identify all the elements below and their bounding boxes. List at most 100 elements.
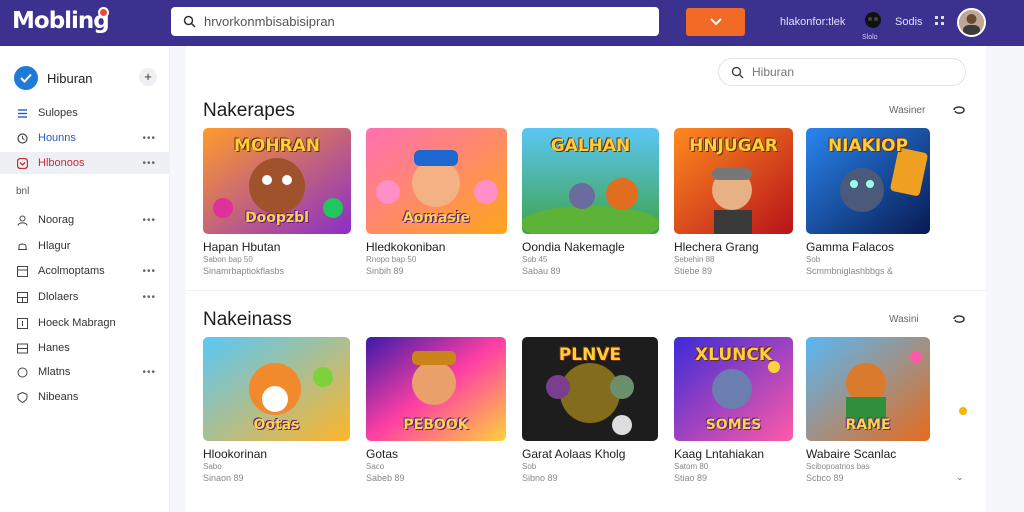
- sidebar-header[interactable]: Hiburan: [14, 66, 93, 90]
- sidebar-item-label: Hanes: [38, 342, 70, 354]
- top-search-bar[interactable]: [171, 7, 659, 36]
- game-thumbnail[interactable]: Aomasie: [366, 128, 507, 234]
- more-options-icon[interactable]: •••: [142, 266, 156, 277]
- game-meta: Sinamrbaptiokflasbs: [203, 266, 285, 276]
- game-thumbnail[interactable]: NIAKIOP: [806, 128, 930, 234]
- game-subtitle: Saco: [366, 462, 385, 471]
- game-card[interactable]: MOHRAN Doopzbl Hapan Hbutan Sabon bap 50…: [203, 128, 351, 276]
- game-title[interactable]: Hlechera Grang: [674, 240, 793, 254]
- game-title[interactable]: Gotas: [366, 447, 506, 461]
- game-card[interactable]: Aomasie Hledkokoniban Rnopo bap 50 Sinbi…: [366, 128, 507, 276]
- game-subtitle: Rnopo bap 50: [366, 255, 417, 264]
- top-search-input[interactable]: [204, 14, 624, 29]
- gamepad-icon[interactable]: [864, 11, 882, 29]
- game-card[interactable]: GALHAN Oondia Nakemagle Sob 45 Sabau 89: [522, 128, 659, 276]
- refresh-icon[interactable]: [952, 104, 966, 116]
- sidebar-item-dlolaers[interactable]: Dlolaers •••: [0, 286, 170, 308]
- top-link-account[interactable]: hlakonfor:tlek: [780, 16, 845, 28]
- thumbnail-title: PLNVE: [558, 345, 622, 365]
- sidebar-item-hlbonoos[interactable]: Hlbonoos •••: [0, 152, 170, 174]
- bell-icon: [16, 240, 28, 252]
- game-card[interactable]: PLNVE Garat Aolaas Kholg Sob Sibno 89: [522, 337, 658, 483]
- section-see-all-link[interactable]: Wasini: [889, 314, 919, 325]
- notification-dot: [98, 7, 109, 18]
- sidebar-item-hoeck-mabragn[interactable]: Hoeck Mabragn: [0, 312, 170, 334]
- game-meta: Sabeb 89: [366, 473, 405, 483]
- game-meta: Stiao 89: [674, 473, 708, 483]
- sidebar-item-sulopes[interactable]: Sulopes: [0, 102, 170, 124]
- game-thumbnail[interactable]: PEBOOK: [366, 337, 506, 441]
- add-button[interactable]: +: [139, 68, 157, 86]
- coin-icon: [959, 407, 967, 415]
- search-submit-button[interactable]: [686, 8, 745, 36]
- chevron-down-icon[interactable]: ⌄: [956, 472, 964, 483]
- top-icon-caption: Slolo: [862, 34, 878, 41]
- game-card[interactable]: NIAKIOP Gamma Falacos Sob Scmmbniglashbb…: [806, 128, 930, 276]
- game-subtitle: Sabo: [203, 462, 222, 471]
- sidebar-item-hlagur[interactable]: Hlagur: [0, 235, 170, 257]
- sidebar-item-nibeans[interactable]: Nibeans: [0, 386, 170, 408]
- chevron-icon: [709, 18, 722, 26]
- sidebar-item-acolmoptams[interactable]: Acolmoptams •••: [0, 260, 170, 282]
- sidebar-title: Hiburan: [47, 70, 93, 86]
- more-options-icon[interactable]: •••: [142, 215, 156, 226]
- game-title[interactable]: Hlookorinan: [203, 447, 350, 461]
- more-options-icon[interactable]: •••: [142, 367, 156, 378]
- thumbnail-caption: SOMES: [705, 417, 762, 433]
- thumbnail-caption: RAME: [845, 417, 891, 433]
- more-options-icon[interactable]: •••: [142, 158, 156, 169]
- more-options-icon[interactable]: •••: [142, 133, 156, 144]
- shield-icon: [16, 391, 28, 403]
- game-thumbnail[interactable]: MOHRAN Doopzbl: [203, 128, 351, 234]
- game-title[interactable]: Hapan Hbutan: [203, 240, 351, 254]
- game-thumbnail[interactable]: PLNVE: [522, 337, 658, 441]
- thumbnail-caption: Ootas: [253, 417, 300, 433]
- sidebar-item-hounns[interactable]: Hounns •••: [0, 127, 170, 149]
- sidebar-item-noorag[interactable]: Noorag •••: [0, 209, 170, 231]
- user-avatar[interactable]: [957, 8, 986, 37]
- sidebar-item-hanes[interactable]: Hanes: [0, 337, 170, 359]
- sidebar-item-mlatns[interactable]: Mlatns •••: [0, 361, 170, 383]
- section-title: Nakeinass: [203, 309, 292, 330]
- game-title[interactable]: Wabaire Scanlac: [806, 447, 930, 461]
- game-thumbnail[interactable]: GALHAN: [522, 128, 659, 234]
- sidebar-item-label: Hoeck Mabragn: [38, 317, 116, 329]
- game-title[interactable]: Hledkokoniban: [366, 240, 507, 254]
- section-see-all-link[interactable]: Wasiner: [889, 105, 925, 116]
- game-title[interactable]: Oondia Nakemagle: [522, 240, 659, 254]
- top-link-settings[interactable]: Sodis: [895, 16, 923, 28]
- sidebar-item-label: Acolmoptams: [38, 265, 105, 277]
- sidebar-item-label: Mlatns: [38, 366, 71, 378]
- game-card[interactable]: Ootas Hlookorinan Sabo Sinaon 89: [203, 337, 350, 483]
- sidebar-item-label: Hlbonoos: [38, 157, 85, 169]
- game-card[interactable]: RAME Wabaire Scanlac Scibopoatnos bas Sc…: [806, 337, 930, 483]
- game-thumbnail[interactable]: HNJUGAR: [674, 128, 793, 234]
- game-subtitle: Scibopoatnos bas: [806, 462, 870, 471]
- sidebar-item-label: Sulopes: [38, 107, 78, 119]
- game-card[interactable]: XLUNCK SOMES Kaag Lntahiakan Satom 80 St…: [674, 337, 793, 483]
- apps-grid-icon[interactable]: [935, 16, 945, 26]
- app-logo[interactable]: Mobling: [12, 8, 110, 34]
- game-thumbnail[interactable]: RAME: [806, 337, 930, 441]
- thumbnail-title: HNJUGAR: [689, 136, 778, 156]
- refresh-icon[interactable]: [952, 313, 966, 325]
- game-meta: Sinbih 89: [366, 266, 404, 276]
- game-subtitle: Satom 80: [674, 462, 709, 471]
- game-card[interactable]: PEBOOK Gotas Saco Sabeb 89: [366, 337, 506, 483]
- filter-search-input[interactable]: [752, 65, 932, 79]
- section-divider: [186, 290, 986, 291]
- grid-icon: [16, 291, 28, 303]
- sidebar-section-label: bnl: [16, 186, 30, 197]
- game-title[interactable]: Kaag Lntahiakan: [674, 447, 793, 461]
- game-title[interactable]: Garat Aolaas Kholg: [522, 447, 658, 461]
- more-options-icon[interactable]: •••: [142, 292, 156, 303]
- game-title[interactable]: Gamma Falacos: [806, 240, 930, 254]
- filter-search[interactable]: [718, 58, 966, 86]
- game-meta: Stiebe 89: [674, 266, 713, 276]
- thumbnail-title: GALHAN: [550, 136, 631, 156]
- game-card[interactable]: HNJUGAR Hlechera Grang Sebehin 88 Stiebe…: [674, 128, 793, 276]
- sidebar-item-label: Nibeans: [38, 391, 79, 403]
- game-subtitle: Sob: [806, 255, 821, 264]
- game-thumbnail[interactable]: Ootas: [203, 337, 350, 441]
- game-thumbnail[interactable]: XLUNCK SOMES: [674, 337, 793, 441]
